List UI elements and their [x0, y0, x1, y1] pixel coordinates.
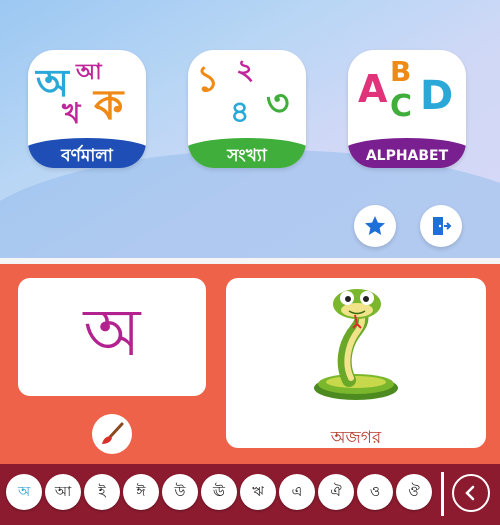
- letter-key[interactable]: ঊ: [201, 474, 237, 510]
- keyboard-separator: [441, 472, 444, 516]
- exit-door-icon: [433, 217, 452, 235]
- letter-key[interactable]: ঔ: [396, 474, 432, 510]
- tile-glyph: A: [358, 67, 388, 111]
- tile-glyph: B: [390, 55, 412, 88]
- picture-card[interactable]: অজগর: [226, 278, 486, 448]
- letter-keyboard: অ আ ই ঈ উ ঊ ঋ এ ঐ ও ঔ: [0, 464, 500, 525]
- tile-glyph: ক: [94, 80, 124, 129]
- main-menu-panel: অ আ খ ক বর্ণমালা ১ ২ ৪ ৩ সংখ্যা A B C D …: [0, 0, 500, 258]
- letter-key[interactable]: অ: [6, 474, 42, 510]
- letter-card[interactable]: অ: [18, 278, 206, 396]
- tile-glyph: ২: [236, 53, 255, 86]
- tile-glyph: ১: [196, 59, 220, 100]
- letter-key[interactable]: ঈ: [123, 474, 159, 510]
- letter-key[interactable]: ঋ: [240, 474, 276, 510]
- letter-key-row: অ আ ই ঈ উ ঊ ঋ এ ঐ ও ঔ: [6, 474, 432, 514]
- star-icon: [365, 216, 385, 235]
- chevron-left-icon: [465, 485, 475, 501]
- letter-key[interactable]: এ: [279, 474, 315, 510]
- current-letter: অ: [83, 294, 141, 371]
- tile-glyph: ৩: [266, 83, 290, 124]
- letter-key[interactable]: উ: [162, 474, 198, 510]
- tile-shongkha[interactable]: ১ ২ ৪ ৩ সংখ্যা: [188, 50, 306, 168]
- letter-key[interactable]: ঐ: [318, 474, 354, 510]
- snake-illustration: [314, 289, 398, 400]
- letter-key[interactable]: ও: [357, 474, 393, 510]
- letter-key[interactable]: আ: [45, 474, 81, 510]
- picture-word: অজগর: [330, 428, 382, 448]
- tile-bornomala[interactable]: অ আ খ ক বর্ণমালা: [28, 50, 146, 168]
- exit-button[interactable]: [420, 205, 462, 247]
- favorites-button[interactable]: [354, 205, 396, 247]
- paintbrush-icon: [102, 422, 124, 444]
- tile-glyph: খ: [62, 97, 81, 130]
- tile-label-bornomala: বর্ণমালা: [28, 138, 146, 168]
- paint-button[interactable]: [92, 414, 132, 454]
- back-button[interactable]: [452, 474, 490, 512]
- tile-alphabet[interactable]: A B C D ALPHABET: [348, 50, 466, 168]
- tile-glyph: D: [420, 73, 454, 119]
- letter-key[interactable]: ই: [84, 474, 120, 510]
- tile-label-shongkha: সংখ্যা: [188, 138, 306, 168]
- tile-label-alphabet: ALPHABET: [348, 138, 466, 168]
- lesson-panel: অ অজগর অ আ ই ঈ উ ঊ ঋ এ ঐ ও ঔ: [0, 264, 500, 525]
- tile-glyph: ৪: [230, 95, 250, 130]
- tile-glyph: C: [390, 89, 413, 124]
